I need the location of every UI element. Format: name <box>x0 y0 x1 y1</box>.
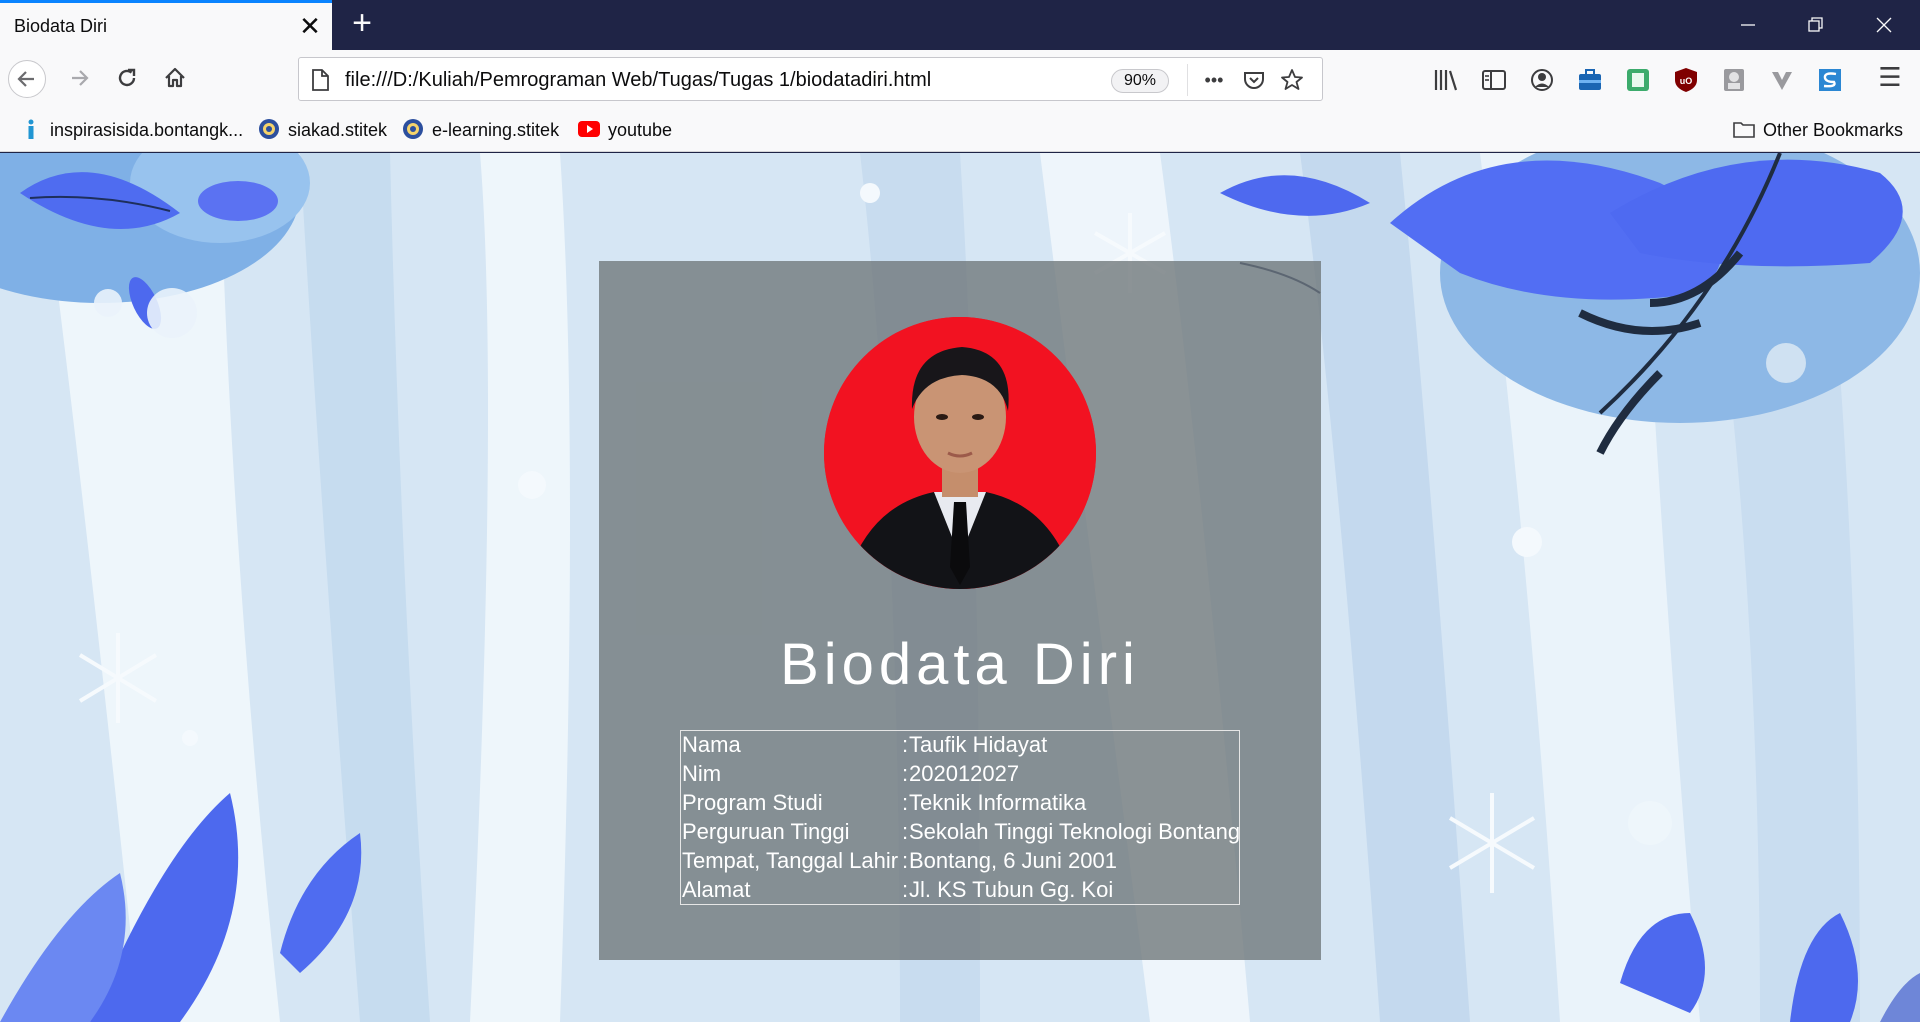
biodata-card: Biodata Diri Nama : Taufik Hidayat Nim :… <box>599 261 1321 960</box>
close-icon <box>1876 17 1892 33</box>
bookmark-e-learning[interactable]: e-learning.stitek <box>402 118 559 142</box>
close-window-button[interactable] <box>1850 0 1918 48</box>
table-row: Alamat : Jl. KS Tubun Gg. Koi <box>682 877 1238 906</box>
row-label: Program Studi <box>682 790 823 815</box>
table-row: Tempat, Tanggal Lahir : Bontang, 6 Juni … <box>682 848 1238 877</box>
star-icon <box>1281 69 1303 90</box>
row-separator: : <box>902 761 909 786</box>
back-button[interactable] <box>8 60 46 98</box>
pocket-button[interactable] <box>1239 66 1269 94</box>
extension-v-icon[interactable] <box>1768 66 1796 94</box>
row-label: Tempat, Tanggal Lahir <box>682 848 899 873</box>
profile-photo <box>824 317 1096 589</box>
row-label: Perguruan Tinggi <box>682 819 850 844</box>
row-label: Nama <box>682 732 741 757</box>
row-value: Taufik Hidayat <box>909 732 1048 757</box>
bookmark-label: e-learning.stitek <box>432 120 560 140</box>
row-label: Alamat <box>682 877 751 902</box>
minimize-button[interactable] <box>1714 0 1782 48</box>
url-text[interactable]: file:///D:/Kuliah/Pemrograman Web/Tugas/… <box>345 69 931 92</box>
reload-button[interactable] <box>108 60 146 98</box>
bookmarks-toolbar: inspirasisida.bontangk... siakad.stitek … <box>0 108 1920 152</box>
tab-strip: Biodata Diri ✕ + <box>0 0 1920 50</box>
bookmark-inspirasisida[interactable]: inspirasisida.bontangk... <box>20 118 243 142</box>
svg-text:uO: uO <box>1680 76 1693 86</box>
row-value: Bontang, 6 Juni 2001 <box>909 848 1117 873</box>
stitek-favicon-icon <box>259 119 279 139</box>
home-button[interactable] <box>156 60 194 98</box>
sidebar-icon[interactable] <box>1480 66 1508 94</box>
bookmark-star-button[interactable] <box>1277 66 1307 94</box>
pocket-icon <box>1244 72 1264 89</box>
row-value: Jl. KS Tubun Gg. Koi <box>909 877 1114 902</box>
table-row: Nama : Taufik Hidayat <box>682 732 1238 761</box>
info-favicon-icon <box>28 119 34 139</box>
restore-button[interactable] <box>1782 0 1850 48</box>
extension-notes-icon[interactable] <box>1624 66 1652 94</box>
new-tab-button[interactable]: + <box>344 6 380 42</box>
row-separator: : <box>902 848 909 873</box>
row-separator: : <box>902 732 909 757</box>
profile-portrait <box>824 317 1096 589</box>
row-separator: : <box>902 819 909 844</box>
other-bookmarks-button[interactable]: Other Bookmarks <box>1733 118 1903 142</box>
reload-icon <box>118 68 136 87</box>
library-icon[interactable] <box>1432 66 1460 94</box>
bookmark-youtube[interactable]: youtube <box>578 118 672 142</box>
minimize-icon <box>1741 24 1755 26</box>
extension-briefcase-icon[interactable] <box>1576 66 1604 94</box>
tab-close-icon[interactable]: ✕ <box>296 13 324 41</box>
home-icon <box>165 67 185 88</box>
row-value: Teknik Informatika <box>909 790 1087 815</box>
page-viewport: Biodata Diri Nama : Taufik Hidayat Nim :… <box>0 153 1920 1022</box>
row-value: 202012027 <box>909 761 1020 786</box>
url-bar[interactable]: file:///D:/Kuliah/Pemrograman Web/Tugas/… <box>298 57 1323 101</box>
tab-title: Biodata Diri <box>14 16 108 36</box>
account-icon[interactable] <box>1528 66 1556 94</box>
arrow-left-icon <box>17 71 34 87</box>
page-actions-button[interactable]: ••• <box>1199 66 1229 94</box>
menu-button[interactable]: ☰ <box>1872 62 1908 96</box>
other-bookmarks-label: Other Bookmarks <box>1763 120 1904 140</box>
forward-button[interactable] <box>60 60 98 98</box>
stitek-favicon-icon <box>403 119 423 139</box>
row-value: Sekolah Tinggi Teknologi Bontang <box>909 819 1241 844</box>
zoom-indicator[interactable]: 90% <box>1111 69 1169 93</box>
youtube-icon <box>578 121 600 137</box>
extension-s-icon[interactable] <box>1816 66 1844 94</box>
row-label: Nim <box>682 761 722 786</box>
table-row: Program Studi : Teknik Informatika <box>682 790 1238 819</box>
page-title: Biodata Diri <box>780 632 1140 697</box>
table-row: Perguruan Tinggi : Sekolah Tinggi Teknol… <box>682 819 1241 848</box>
url-divider <box>1187 64 1188 96</box>
row-separator: : <box>902 790 909 815</box>
restore-icon <box>1808 17 1823 32</box>
folder-icon <box>1733 122 1755 138</box>
page-icon <box>312 69 329 91</box>
ublock-icon[interactable]: uO <box>1672 66 1700 94</box>
bookmark-label: youtube <box>608 120 673 140</box>
bookmark-label: inspirasisida.bontangk... <box>50 120 244 140</box>
row-separator: : <box>902 877 909 902</box>
tab-biodata-diri[interactable]: Biodata Diri ✕ <box>0 0 332 50</box>
bookmark-label: siakad.stitek <box>288 120 388 140</box>
navigation-toolbar: file:///D:/Kuliah/Pemrograman Web/Tugas/… <box>0 50 1920 108</box>
bookmark-siakad[interactable]: siakad.stitek <box>258 118 387 142</box>
extension-portrait-icon[interactable] <box>1720 66 1748 94</box>
table-row: Nim : 202012027 <box>682 761 1238 790</box>
biodata-table: Nama : Taufik Hidayat Nim : 202012027 Pr… <box>680 730 1240 905</box>
arrow-right-icon <box>72 70 89 86</box>
